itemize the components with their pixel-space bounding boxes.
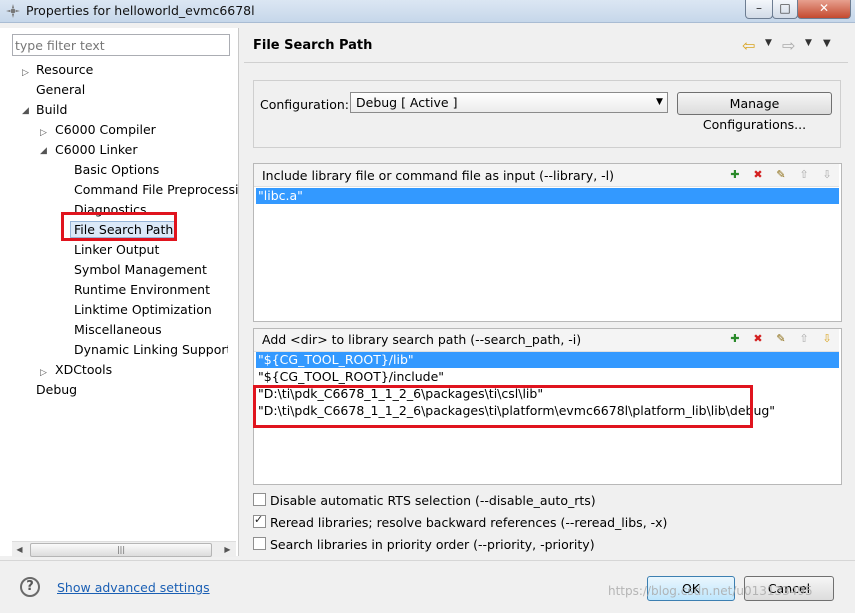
help-icon[interactable]: ? <box>20 577 40 597</box>
add-icon[interactable]: ✚ <box>728 168 742 182</box>
tree-item-symbol-management[interactable]: Symbol Management <box>74 261 207 279</box>
priority-checkbox[interactable]: Search libraries in priority order (--pr… <box>253 537 595 552</box>
maximize-button[interactable]: □ <box>772 0 798 19</box>
expand-arrow-icon[interactable]: ▷ <box>40 368 47 378</box>
tree-item-basic-options[interactable]: Basic Options <box>74 161 159 179</box>
tree-item-runtime-environment[interactable]: Runtime Environment <box>74 281 210 299</box>
edit-icon[interactable]: ✎ <box>774 332 788 346</box>
library-list-header: Include library file or command file as … <box>262 168 615 183</box>
configuration-label: Configuration: <box>260 97 349 112</box>
scroll-left-icon[interactable]: ◀ <box>12 542 27 557</box>
show-advanced-settings-link[interactable]: Show advanced settings <box>57 580 210 595</box>
move-down-icon[interactable]: ⇩ <box>820 168 834 182</box>
tree-item-command-file-preprocessing[interactable]: Command File Preprocessi <box>74 181 239 199</box>
collapse-arrow-icon[interactable]: ◢ <box>22 106 29 116</box>
chevron-down-icon[interactable]: ▼ <box>656 97 663 107</box>
delete-icon[interactable]: ✖ <box>751 332 765 346</box>
horizontal-scrollbar[interactable]: ◀ ||| ▶ <box>12 541 236 557</box>
move-up-icon[interactable]: ⇧ <box>797 332 811 346</box>
window-title: Properties for helloworld_evmc6678l <box>26 3 255 18</box>
watermark: https://blog.csdn.net/u013133495 <box>608 584 813 598</box>
tree-item-linker-output[interactable]: Linker Output <box>74 241 159 259</box>
tree-item-general[interactable]: General <box>36 81 85 99</box>
scroll-thumb[interactable]: ||| <box>30 543 212 557</box>
annotation-highlight-box <box>253 385 753 428</box>
tree-item-build[interactable]: Build <box>36 101 67 119</box>
collapse-arrow-icon[interactable]: ◢ <box>40 146 47 156</box>
close-button[interactable]: ✕ <box>797 0 851 19</box>
tree-item-c6000-compiler[interactable]: C6000 Compiler <box>55 121 156 139</box>
move-up-icon[interactable]: ⇧ <box>797 168 811 182</box>
delete-icon[interactable]: ✖ <box>751 168 765 182</box>
tree-item-linktime-optimization[interactable]: Linktime Optimization <box>74 301 212 319</box>
edit-icon[interactable]: ✎ <box>774 168 788 182</box>
tree-item-xdctools[interactable]: XDCtools <box>55 361 112 379</box>
back-arrow-icon[interactable]: ⇦ <box>742 36 755 55</box>
checkbox-box[interactable] <box>253 513 266 528</box>
minimize-button[interactable]: – <box>745 0 773 19</box>
tree-item-dynamic-linking-support[interactable]: Dynamic Linking Support C <box>74 341 228 359</box>
filter-input[interactable] <box>12 34 230 56</box>
chevron-down-icon[interactable]: ▼ <box>805 38 812 48</box>
app-icon <box>6 4 20 18</box>
annotation-highlight-box <box>61 212 177 241</box>
move-down-icon[interactable]: ⇩ <box>820 332 834 346</box>
tree-item-debug[interactable]: Debug <box>36 381 77 399</box>
add-icon[interactable]: ✚ <box>728 332 742 346</box>
list-item[interactable]: "${CG_TOOL_ROOT}/include" <box>256 369 839 385</box>
forward-arrow-icon[interactable]: ⇨ <box>782 36 795 55</box>
list-item[interactable]: "${CG_TOOL_ROOT}/lib" <box>256 352 839 368</box>
divider <box>244 62 848 63</box>
expand-arrow-icon[interactable]: ▷ <box>40 128 47 138</box>
divider <box>0 560 855 561</box>
checkbox-box[interactable] <box>253 537 266 550</box>
checkbox-label: Reread libraries; resolve backward refer… <box>270 515 668 530</box>
checkbox-label: Search libraries in priority order (--pr… <box>270 537 595 552</box>
tree-item-resource[interactable]: Resource <box>36 61 93 79</box>
configuration-select[interactable]: Debug [ Active ] <box>350 92 668 113</box>
list-item[interactable]: "libc.a" <box>256 188 839 204</box>
search-path-list-header: Add <dir> to library search path (--sear… <box>262 332 582 347</box>
expand-arrow-icon[interactable]: ▷ <box>22 68 29 78</box>
tree-item-c6000-linker[interactable]: C6000 Linker <box>55 141 138 159</box>
reread-libs-checkbox[interactable]: Reread libraries; resolve backward refer… <box>253 513 668 530</box>
chevron-down-icon[interactable]: ▼ <box>765 38 772 48</box>
tree-item-miscellaneous[interactable]: Miscellaneous <box>74 321 162 339</box>
manage-configurations-button[interactable]: Manage Configurations... <box>677 92 832 132</box>
scroll-right-icon[interactable]: ▶ <box>220 542 235 557</box>
page-title: File Search Path <box>253 38 373 53</box>
disable-auto-rts-checkbox[interactable]: Disable automatic RTS selection (--disab… <box>253 493 596 508</box>
checkbox-label: Disable automatic RTS selection (--disab… <box>270 493 596 508</box>
checkbox-box[interactable] <box>253 493 266 506</box>
view-menu-icon[interactable]: ▼ <box>823 38 831 49</box>
